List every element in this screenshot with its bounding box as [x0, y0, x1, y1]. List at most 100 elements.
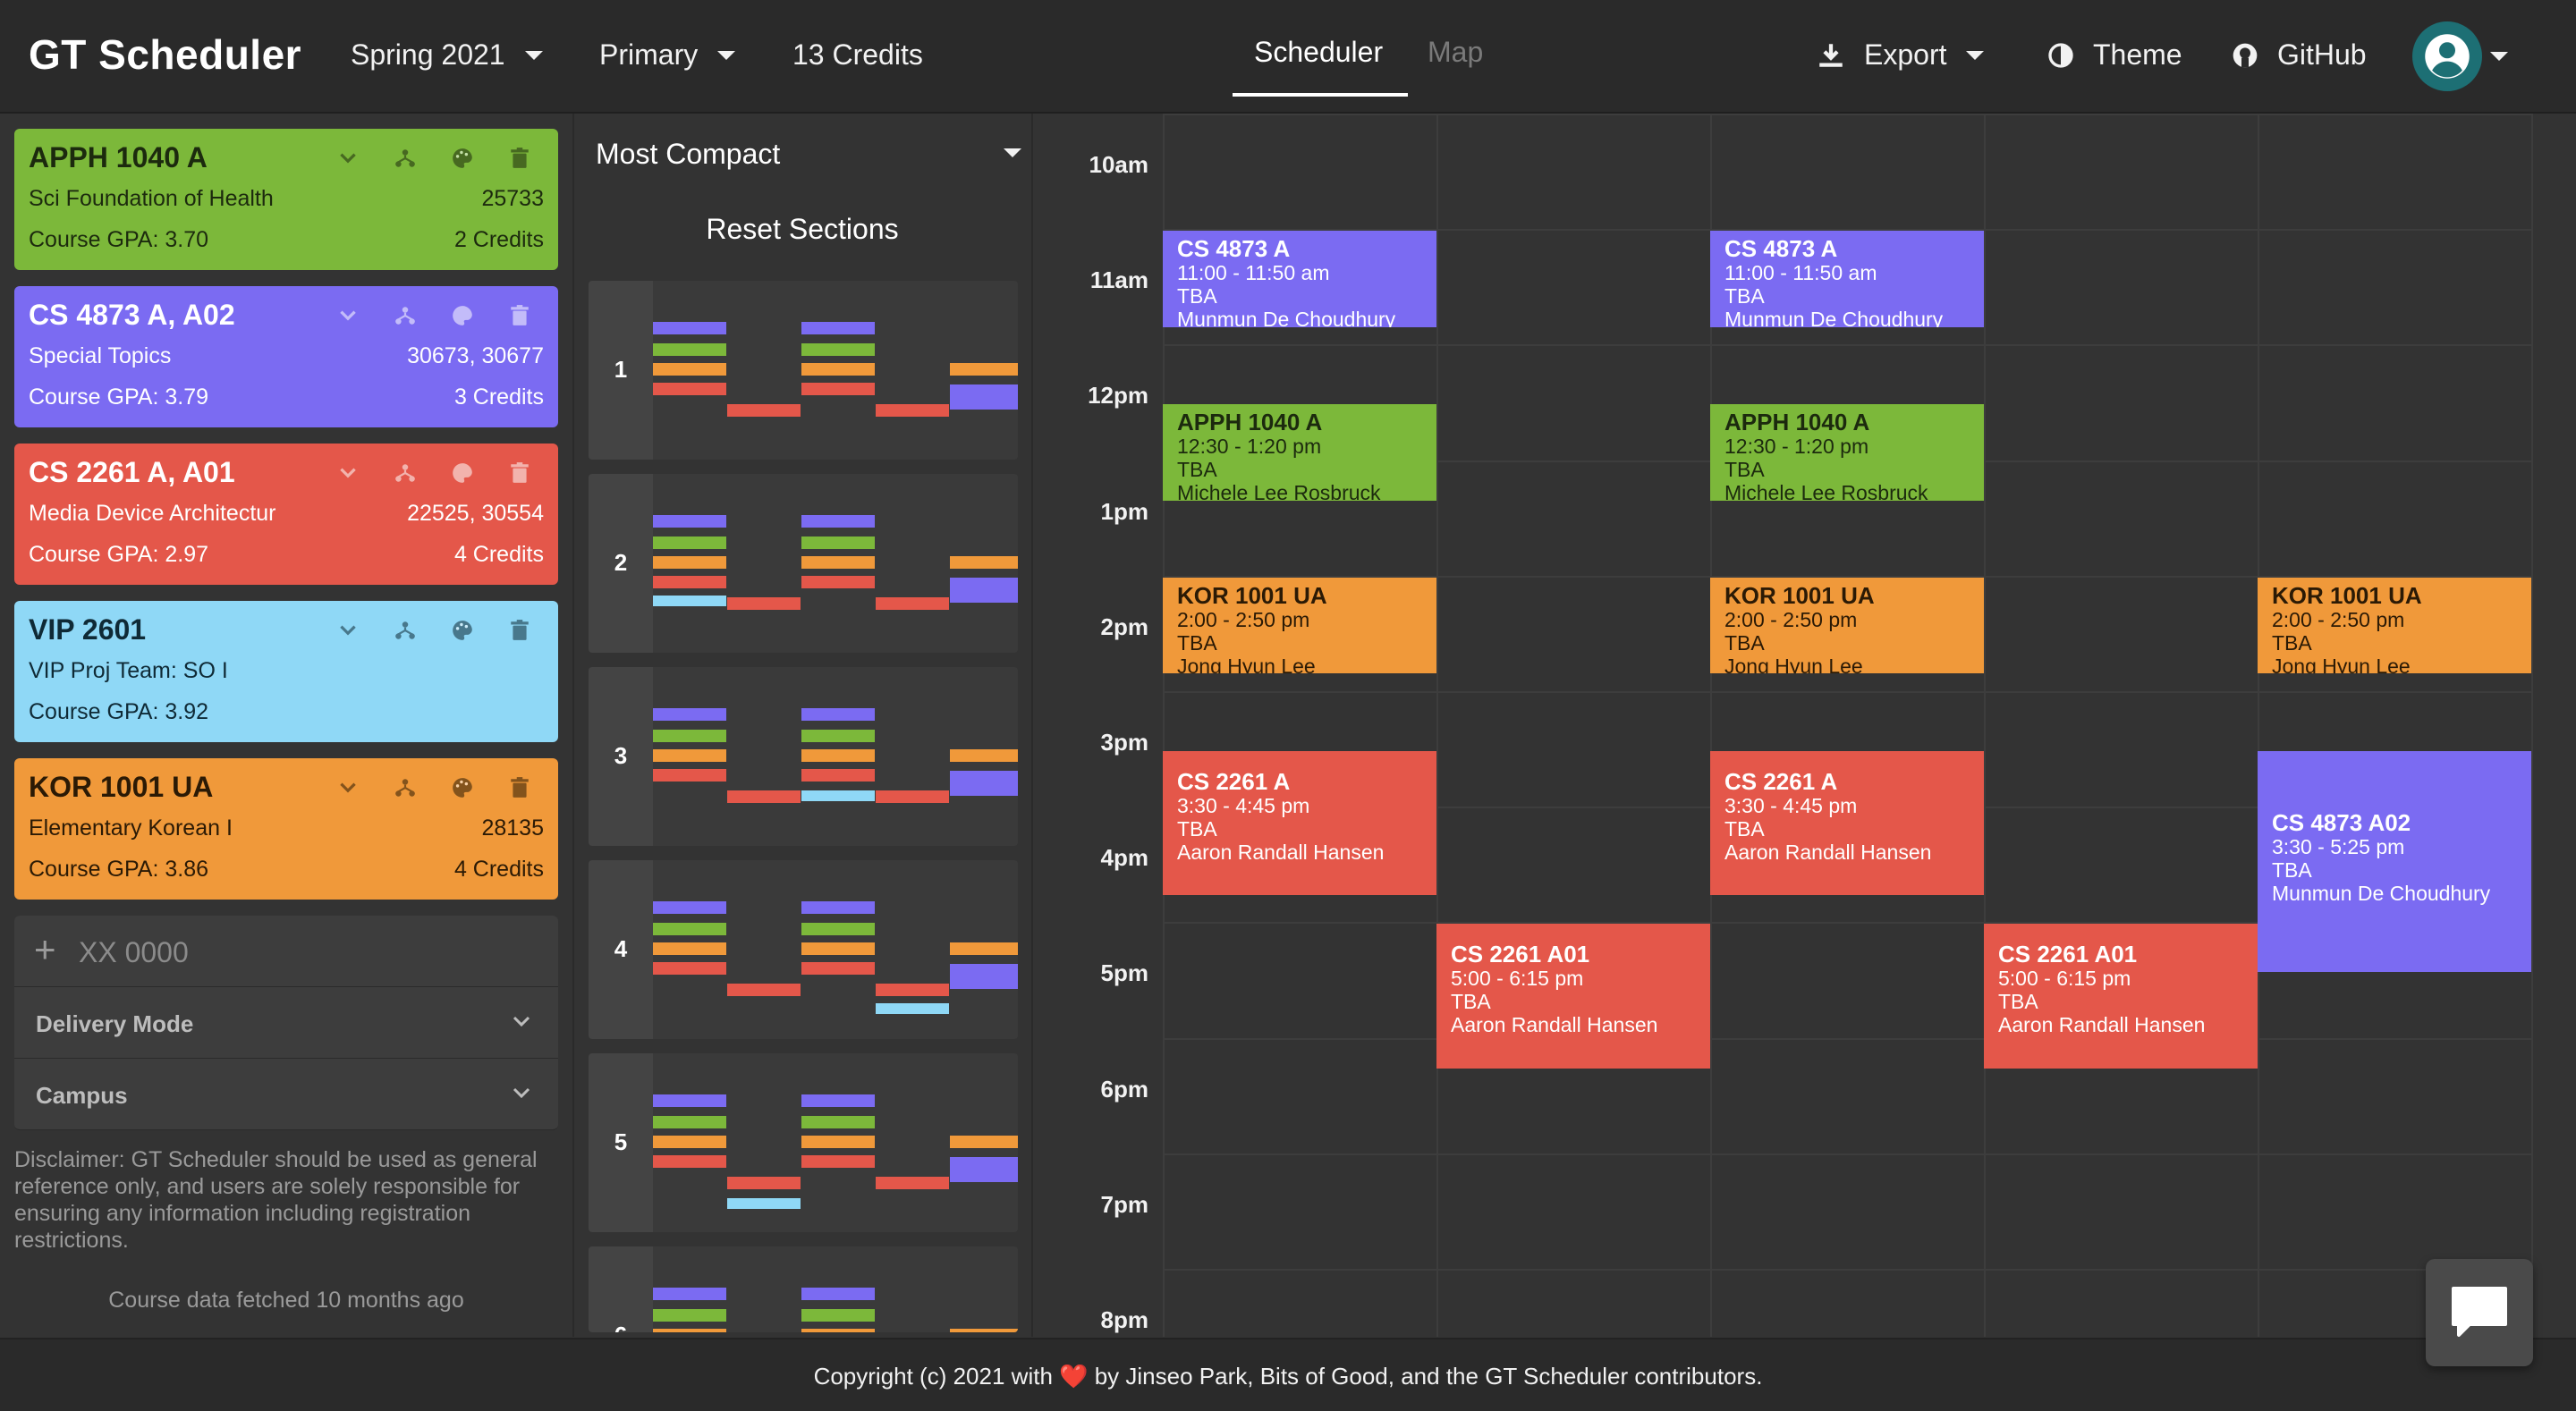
time-label: 2pm	[1100, 613, 1148, 640]
combination-preview[interactable]: 3	[589, 667, 1018, 846]
combination-block	[801, 942, 875, 955]
event-location: TBA	[1177, 458, 1217, 481]
course-gpa: Course GPA: 3.79	[29, 384, 209, 410]
palette-icon[interactable]	[451, 619, 474, 642]
combo-sort-select[interactable]: Most Compact	[596, 138, 780, 171]
combination-index: 2	[614, 549, 628, 576]
data-fetched-text: Course data fetched 10 months ago	[108, 1288, 464, 1313]
event-time: 2:00 - 2:50 pm	[1724, 607, 1858, 631]
palette-icon[interactable]	[451, 776, 474, 799]
add-course-input[interactable]	[77, 932, 528, 973]
combination-block	[876, 790, 949, 803]
event-time: 12:30 - 1:20 pm	[1724, 435, 1869, 458]
event-location: TBA	[2272, 630, 2312, 655]
chevron-down-icon[interactable]	[336, 147, 360, 170]
sections-icon[interactable]	[394, 147, 417, 170]
delivery-mode-filter[interactable]: Delivery Mode	[14, 987, 558, 1059]
palette-icon[interactable]	[451, 461, 474, 485]
combination-preview[interactable]: 1	[589, 281, 1018, 460]
combination-block	[801, 901, 875, 914]
event-time: 11:00 - 11:50 am	[1177, 261, 1330, 285]
theme-button[interactable]: Theme	[2046, 38, 2182, 72]
combination-preview[interactable]: 4	[589, 860, 1018, 1039]
course-card[interactable]: VIP 2601 VIP Proj Team: SO I Course GPA: 3…	[14, 601, 558, 742]
palette-icon[interactable]	[451, 304, 474, 327]
calendar-event[interactable]: CS 2261 A01 5:00 - 6:15 pm TBA Aaron Randal…	[1436, 924, 1710, 1069]
chat-button[interactable]	[2426, 1259, 2533, 1366]
course-crn: 25733	[481, 186, 544, 211]
course-credits: 3 Credits	[453, 384, 544, 410]
calendar-event[interactable]: KOR 1001 UA 2:00 - 2:50 pm TBA Jong Hyun Le…	[1710, 577, 1984, 674]
calendar-event[interactable]: KOR 1001 UA 2:00 - 2:50 pm TBA Jong Hyun Le…	[2258, 577, 2531, 674]
github-link[interactable]: GitHub	[2231, 38, 2367, 72]
export-button[interactable]: Export	[1816, 38, 1985, 72]
calendar-event[interactable]: CS 2261 A 3:30 - 4:45 pm TBA Aaron Randall …	[1710, 750, 1984, 896]
calendar-event[interactable]: KOR 1001 UA 2:00 - 2:50 pm TBA Jong Hyun Le…	[1163, 577, 1436, 674]
course-card[interactable]: KOR 1001 UA Elementary Korean I 28135 Cours…	[14, 758, 558, 900]
calendar-event[interactable]: APPH 1040 A 12:30 - 1:20 pm TBA Michele Lee…	[1163, 404, 1436, 501]
hour-line	[1163, 114, 2533, 115]
combination-block	[653, 1329, 726, 1332]
hour-line	[1163, 1269, 2533, 1271]
combination-index: 6	[589, 1322, 653, 1332]
trash-icon[interactable]	[508, 776, 531, 799]
combination-block	[876, 1003, 949, 1014]
chevron-down-icon[interactable]	[336, 619, 360, 642]
campus-filter[interactable]: Campus	[14, 1059, 558, 1130]
time-label: 7pm	[1100, 1190, 1148, 1218]
chevron-down-icon[interactable]	[2490, 52, 2508, 61]
course-title: KOR 1001 UA	[29, 771, 214, 803]
sections-icon[interactable]	[394, 619, 417, 642]
calendar-event[interactable]: CS 4873 A02 3:30 - 5:25 pm TBA Munmun De Ch…	[2258, 750, 2531, 973]
combination-block	[801, 343, 875, 356]
trash-icon[interactable]	[508, 619, 531, 642]
top-nav: GT Scheduler Spring 2021 Primary 13 Cred…	[0, 0, 2576, 114]
calendar-event[interactable]: CS 2261 A 3:30 - 4:45 pm TBA Aaron Randall …	[1163, 750, 1436, 896]
combination-block	[950, 1329, 1018, 1332]
combination-preview[interactable]: 5	[589, 1053, 1018, 1232]
calendar-event[interactable]: CS 4873 A 11:00 - 11:50 am TBA Munmun De Ch…	[1710, 231, 1984, 327]
sections-icon[interactable]	[394, 776, 417, 799]
calendar-event[interactable]: CS 2261 A01 5:00 - 6:15 pm TBA Aaron Randal…	[1984, 924, 2258, 1069]
version-select[interactable]: Primary	[599, 38, 736, 72]
event-title: CS 2261 A	[1177, 767, 1291, 795]
combination-block	[801, 749, 875, 762]
chevron-down-icon[interactable]	[336, 304, 360, 327]
course-title: VIP 2601	[29, 613, 147, 646]
tab-map[interactable]: Map	[1428, 36, 1483, 69]
course-card[interactable]: CS 2261 A, A01 Media Device Architectur 22…	[14, 444, 558, 585]
palette-icon[interactable]	[451, 147, 474, 170]
event-time: 11:00 - 11:50 am	[1724, 261, 1877, 285]
time-label: 10am	[1089, 151, 1149, 178]
app-title[interactable]: GT Scheduler	[29, 30, 301, 79]
combination-block	[801, 537, 875, 549]
chevron-down-icon[interactable]	[336, 461, 360, 485]
reset-sections-button[interactable]: Reset Sections	[590, 213, 1014, 246]
event-location: TBA	[1724, 630, 1765, 655]
sections-icon[interactable]	[394, 461, 417, 485]
export-label: Export	[1864, 38, 1947, 71]
combination-block	[876, 1177, 949, 1189]
calendar-event[interactable]: APPH 1040 A 12:30 - 1:20 pm TBA Michele Lee…	[1710, 404, 1984, 501]
combination-block	[653, 1116, 726, 1128]
calendar-event[interactable]: CS 4873 A 11:00 - 11:50 am TBA Munmun De Ch…	[1163, 231, 1436, 327]
event-location: TBA	[1724, 284, 1765, 308]
account-avatar[interactable]	[2412, 21, 2482, 91]
event-location: TBA	[2272, 858, 2312, 882]
course-actions	[336, 147, 531, 170]
combination-block	[801, 962, 875, 975]
course-card[interactable]: APPH 1040 A Sci Foundation of Health 25733…	[14, 129, 558, 270]
chevron-down-icon	[717, 50, 736, 60]
trash-icon[interactable]	[508, 461, 531, 485]
combination-preview[interactable]: 2	[589, 474, 1018, 653]
sections-icon[interactable]	[394, 304, 417, 327]
term-select[interactable]: Spring 2021	[351, 38, 543, 72]
trash-icon[interactable]	[508, 147, 531, 170]
chevron-down-icon[interactable]	[1004, 148, 1021, 157]
trash-icon[interactable]	[508, 304, 531, 327]
tab-scheduler[interactable]: Scheduler	[1254, 36, 1383, 69]
combination-preview[interactable]: 6	[589, 1246, 1018, 1332]
combination-block	[801, 708, 875, 721]
course-card[interactable]: CS 4873 A, A02 Special Topics 30673, 30677…	[14, 286, 558, 427]
chevron-down-icon[interactable]	[336, 776, 360, 799]
